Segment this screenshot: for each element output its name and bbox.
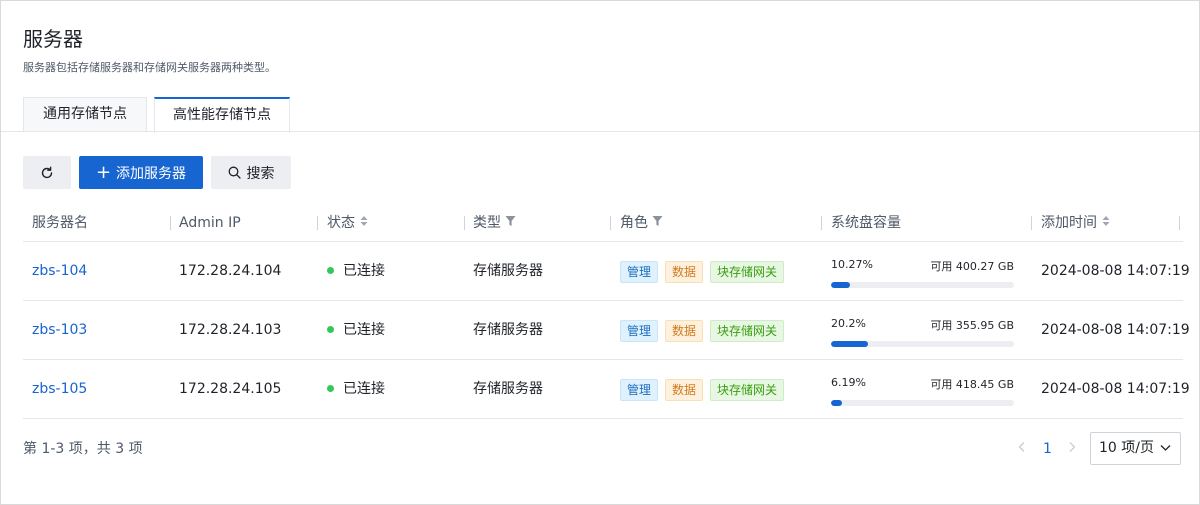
column-separator	[1031, 216, 1032, 230]
sort-icon[interactable]	[360, 204, 368, 242]
filter-icon[interactable]	[652, 204, 663, 242]
role-tag-data: 数据	[665, 379, 704, 401]
column-separator	[1179, 216, 1180, 230]
page-size-select[interactable]: 10 项/页	[1090, 432, 1181, 465]
table-row: zbs-103 172.28.24.103 已连接 存储服务器 管理 数据 块存…	[23, 301, 1190, 360]
capacity-available: 可用 355.95 GB	[930, 319, 1014, 332]
capacity-bar	[831, 282, 1014, 288]
status-text: 已连接	[343, 263, 385, 279]
tab-high-performance-storage-nodes[interactable]: 高性能存储节点	[154, 97, 290, 133]
chevron-right-icon	[1069, 442, 1076, 452]
page-description: 服务器包括存储服务器和存储网关服务器两种类型。	[23, 61, 276, 74]
search-icon	[228, 166, 241, 179]
status-cell: 已连接	[327, 301, 385, 360]
table-row: zbs-105 172.28.24.105 已连接 存储服务器 管理 数据 块存…	[23, 360, 1190, 419]
table-header: 服务器名 Admin IP 状态 类型 角色 系统盘容量 添加时间	[23, 204, 1183, 242]
column-header-type[interactable]: 类型	[473, 204, 516, 242]
pagination-prev-button[interactable]	[1018, 438, 1026, 460]
column-separator	[610, 216, 611, 230]
column-separator	[464, 216, 465, 230]
role-tag-management: 管理	[620, 261, 659, 283]
status-dot	[327, 384, 334, 392]
search-label: 搜索	[246, 165, 275, 182]
chevron-down-icon	[1160, 433, 1171, 476]
server-type: 存储服务器	[473, 381, 543, 397]
server-name-link[interactable]: zbs-105	[32, 360, 87, 419]
role-tag-data: 数据	[665, 320, 704, 342]
plus-icon: +	[95, 161, 112, 183]
refresh-button[interactable]	[23, 156, 71, 189]
role-tag-management: 管理	[620, 320, 659, 342]
column-separator	[821, 216, 822, 230]
admin-ip: 172.28.24.105	[179, 381, 282, 397]
capacity-bar-fill	[831, 282, 850, 288]
add-server-button[interactable]: + 添加服务器	[79, 156, 203, 189]
added-time: 2024-08-08 14:07:19	[1041, 381, 1190, 397]
capacity-bar	[831, 341, 1014, 347]
tab-divider	[1, 131, 1199, 132]
added-time: 2024-08-08 14:07:19	[1041, 263, 1190, 279]
added-time: 2024-08-08 14:07:19	[1041, 322, 1190, 338]
system-disk-capacity: 10.27% 可用 400.27 GB	[831, 242, 1014, 301]
server-type: 存储服务器	[473, 322, 543, 338]
status-cell: 已连接	[327, 360, 385, 419]
column-header-type-label: 类型	[473, 215, 501, 231]
chevron-left-icon	[1018, 442, 1025, 452]
role-tag-block-storage-gateway: 块存储网关	[710, 320, 785, 342]
capacity-available: 可用 418.45 GB	[930, 378, 1014, 391]
role-tag-block-storage-gateway: 块存储网关	[710, 261, 785, 283]
admin-ip: 172.28.24.104	[179, 263, 282, 279]
refresh-icon	[40, 166, 54, 180]
capacity-used-percent: 10.27%	[831, 258, 873, 271]
column-separator	[317, 216, 318, 230]
server-name-link[interactable]: zbs-104	[32, 242, 87, 301]
column-header-added-time-label: 添加时间	[1041, 215, 1097, 231]
status-dot	[327, 325, 334, 333]
table-row: zbs-104 172.28.24.104 已连接 存储服务器 管理 数据 块存…	[23, 242, 1190, 301]
add-server-label: 添加服务器	[116, 165, 187, 182]
roles-cell: 管理 数据 块存储网关	[620, 301, 820, 360]
pagination-next-button[interactable]	[1068, 438, 1076, 460]
status-text: 已连接	[343, 322, 385, 338]
capacity-bar-fill	[831, 341, 868, 347]
sort-icon[interactable]	[1102, 204, 1110, 242]
search-button[interactable]: 搜索	[211, 156, 291, 189]
capacity-available: 可用 400.27 GB	[930, 260, 1014, 273]
column-header-system-disk-capacity: 系统盘容量	[831, 215, 901, 231]
pagination-summary: 第 1-3 项，共 3 项	[23, 441, 143, 457]
column-header-server-name: 服务器名	[32, 215, 88, 231]
admin-ip: 172.28.24.103	[179, 322, 282, 338]
roles-cell: 管理 数据 块存储网关	[620, 360, 820, 419]
column-header-roles-label: 角色	[620, 215, 648, 231]
column-header-status[interactable]: 状态	[327, 204, 368, 242]
role-tag-block-storage-gateway: 块存储网关	[710, 379, 785, 401]
column-header-admin-ip: Admin IP	[179, 215, 241, 231]
tab-general-storage-nodes[interactable]: 通用存储节点	[23, 97, 147, 132]
capacity-bar-fill	[831, 400, 843, 406]
page-size-value: 10 项/页	[1099, 440, 1154, 456]
system-disk-capacity: 6.19% 可用 418.45 GB	[831, 360, 1014, 419]
pagination-page-1[interactable]: 1	[1043, 438, 1052, 460]
status-cell: 已连接	[327, 242, 385, 301]
capacity-used-percent: 20.2%	[831, 317, 866, 330]
column-header-added-time[interactable]: 添加时间	[1041, 204, 1110, 242]
column-header-roles[interactable]: 角色	[620, 204, 663, 242]
capacity-bar	[831, 400, 1014, 406]
server-name-link[interactable]: zbs-103	[32, 301, 87, 360]
column-separator	[170, 216, 171, 230]
status-text: 已连接	[343, 381, 385, 397]
role-tag-management: 管理	[620, 379, 659, 401]
capacity-used-percent: 6.19%	[831, 376, 866, 389]
page-title: 服务器	[23, 27, 83, 51]
roles-cell: 管理 数据 块存储网关	[620, 242, 820, 301]
system-disk-capacity: 20.2% 可用 355.95 GB	[831, 301, 1014, 360]
server-type: 存储服务器	[473, 263, 543, 279]
filter-icon[interactable]	[505, 204, 516, 242]
servers-page: 服务器 服务器包括存储服务器和存储网关服务器两种类型。 通用存储节点 高性能存储…	[0, 0, 1200, 505]
role-tag-data: 数据	[665, 261, 704, 283]
status-dot	[327, 266, 334, 274]
column-header-status-label: 状态	[327, 215, 355, 231]
